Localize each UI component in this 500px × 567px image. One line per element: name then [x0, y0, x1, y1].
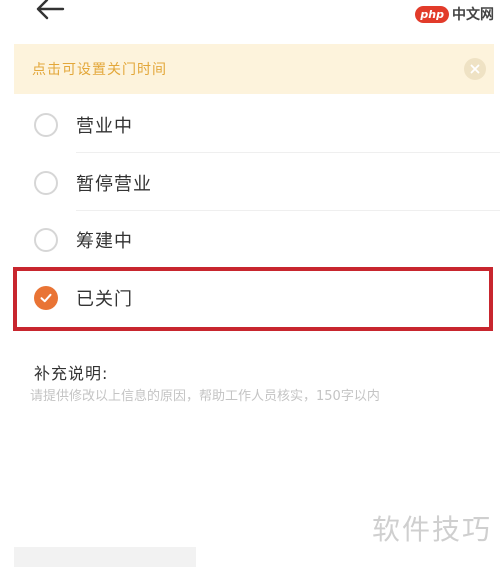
bottom-panel [14, 547, 196, 567]
notice-close-button[interactable] [464, 58, 486, 80]
status-option-open[interactable]: 营业中 [14, 97, 500, 153]
status-option-label: 暂停营业 [76, 174, 152, 195]
status-option-label: 筹建中 [76, 231, 133, 252]
divider [76, 152, 500, 153]
remark-input[interactable] [30, 386, 474, 496]
top-bar: php 中文网 [0, 0, 500, 34]
radio-checked-icon[interactable] [34, 286, 58, 310]
notice-text: 点击可设置关门时间 [32, 62, 167, 78]
php-logo-badge: php [415, 5, 449, 23]
site-watermark-text: 中文网 [452, 7, 494, 23]
status-option-preparing[interactable]: 筹建中 [14, 212, 500, 268]
status-option-label: 营业中 [76, 116, 133, 137]
status-option-closed[interactable]: 已关门 [14, 270, 500, 326]
checkmark-icon [40, 293, 52, 303]
divider [76, 210, 500, 211]
site-watermark: php 中文网 [415, 4, 494, 24]
radio-unchecked-icon[interactable] [34, 113, 58, 137]
closing-time-notice[interactable]: 点击可设置关门时间 [14, 44, 494, 94]
status-option-label: 已关门 [76, 289, 133, 310]
remark-label: 补充说明: [34, 364, 109, 383]
radio-unchecked-icon[interactable] [34, 171, 58, 195]
back-arrow-icon [36, 0, 65, 20]
close-icon [470, 64, 480, 74]
bottom-watermark: 软件技巧 [371, 513, 492, 546]
back-button[interactable] [30, 0, 70, 26]
status-option-paused[interactable]: 暂停营业 [14, 155, 500, 211]
radio-unchecked-icon[interactable] [34, 228, 58, 252]
